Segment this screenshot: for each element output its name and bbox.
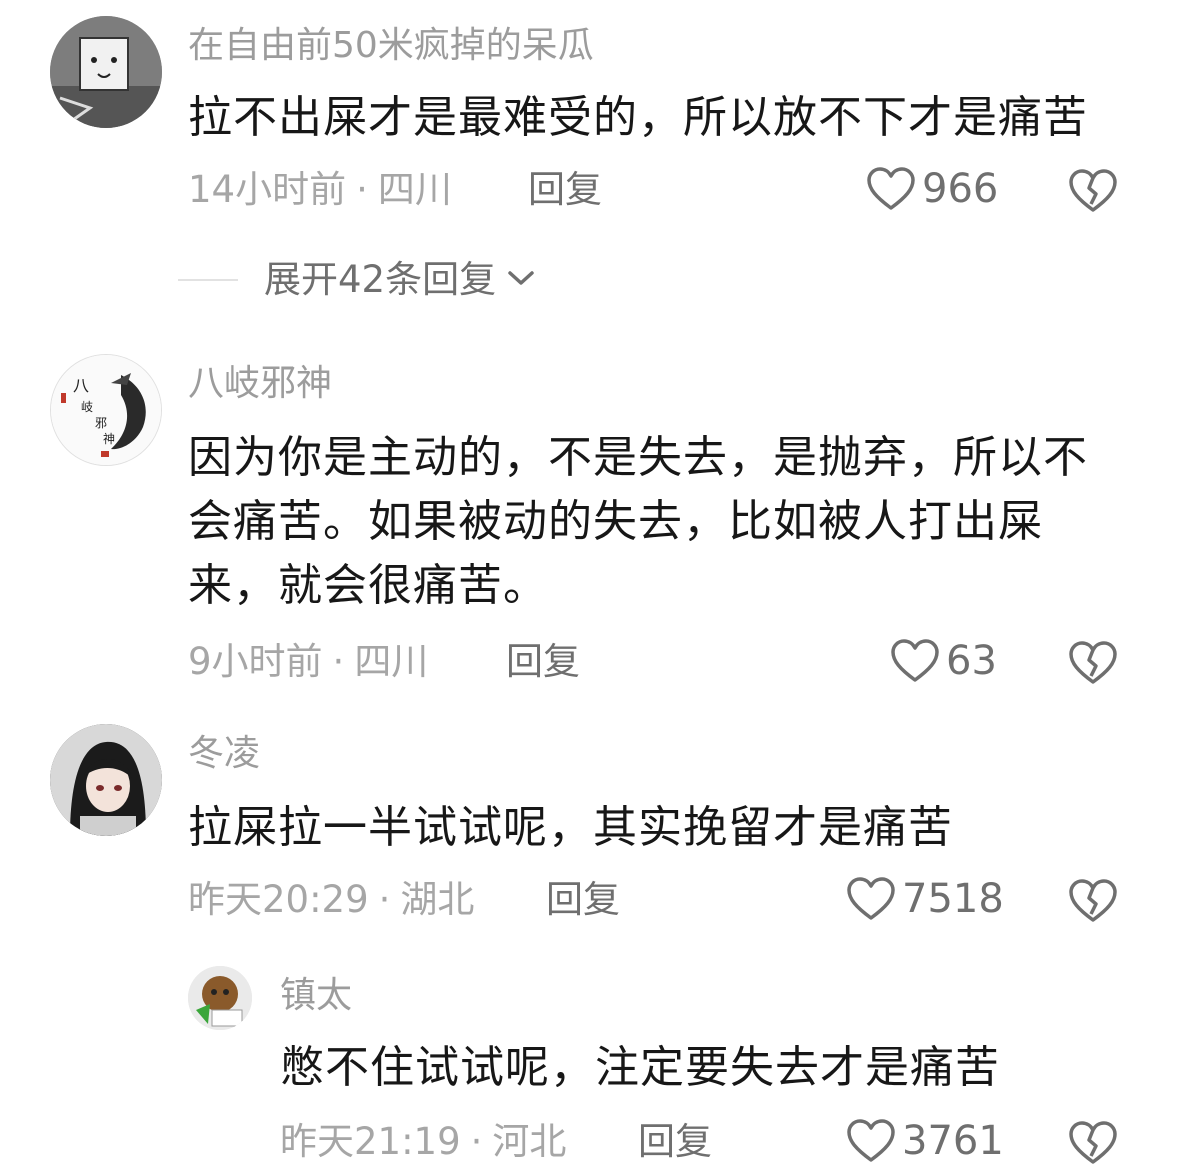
comment-text: 拉不出屎才是最难受的，所以放不下才是痛苦 [188,92,1088,143]
like-count: 63 [946,638,997,684]
broken-heart-icon [1068,641,1118,690]
comment-time: 昨天21:19 [280,1120,461,1163]
broken-heart-icon [1068,169,1118,218]
like-button[interactable]: 3761 [846,1118,1004,1164]
username[interactable]: 镇太 [280,974,352,1018]
comment-meta: 9小时前 · 四川 [188,640,428,684]
comment-time: 9小时前 [188,640,323,683]
comment-location: 湖北 [400,878,475,921]
heart-icon [890,638,940,684]
comment-text: 憋不住试试呢，注定要失去才是痛苦 [280,1042,1000,1093]
chevron-down-icon [506,268,536,292]
svg-text:神: 神 [103,432,115,446]
broken-heart-icon [1068,1121,1118,1170]
meta-separator: · [356,168,368,211]
dislike-button[interactable] [1068,168,1118,218]
comment-time: 14小时前 [188,168,347,211]
svg-text:岐: 岐 [81,400,93,414]
meta-separator: · [470,1120,483,1163]
avatar-char: 八 [73,376,89,395]
avatar[interactable] [50,724,162,836]
like-count: 966 [922,166,999,212]
avatar[interactable] [50,16,162,128]
expand-replies-button[interactable]: 展开42条回复 [178,258,536,302]
reply-button[interactable]: 回复 [546,878,620,922]
username[interactable]: 在自由前50米疯掉的呆瓜 [188,24,594,68]
heart-icon [846,876,896,922]
reply-button[interactable]: 回复 [638,1120,712,1164]
like-button[interactable]: 63 [890,638,997,684]
comment-text: 因为你是主动的，不是失去，是抛弃，所以不会痛苦。如果被动的失去，比如被人打出屎来… [188,432,1088,611]
reply-button[interactable]: 回复 [506,640,580,684]
username[interactable]: 冬凌 [188,732,260,776]
comment-time: 昨天20:29 [188,878,369,921]
like-count: 3761 [902,1118,1004,1164]
like-button[interactable]: 7518 [846,876,1004,922]
reply-button[interactable]: 回复 [528,168,602,212]
meta-separator: · [378,878,391,921]
dislike-button[interactable] [1068,640,1118,690]
heart-icon [846,1118,896,1164]
comment-location: 四川 [354,640,429,683]
heart-icon [866,166,916,212]
avatar[interactable] [188,966,252,1030]
broken-heart-icon [1068,879,1118,928]
avatar[interactable]: 八 岐 邪 神 [50,354,162,466]
comment-meta: 14小时前 · 四川 [188,168,452,212]
like-button[interactable]: 966 [866,166,998,212]
comment-meta: 昨天21:19 · 河北 [280,1120,566,1164]
comment-meta: 昨天20:29 · 湖北 [188,878,474,922]
dislike-button[interactable] [1068,1120,1118,1170]
username[interactable]: 八岐邪神 [188,362,332,406]
svg-text:邪: 邪 [95,416,107,430]
like-count: 7518 [902,876,1004,922]
divider [178,279,238,281]
comment-location: 河北 [492,1120,567,1163]
dislike-button[interactable] [1068,878,1118,928]
comment-location: 四川 [377,168,452,211]
meta-separator: · [332,640,345,683]
expand-replies-label: 展开42条回复 [264,258,497,301]
comment-text: 拉屎拉一半试试呢，其实挽留才是痛苦 [188,802,953,853]
